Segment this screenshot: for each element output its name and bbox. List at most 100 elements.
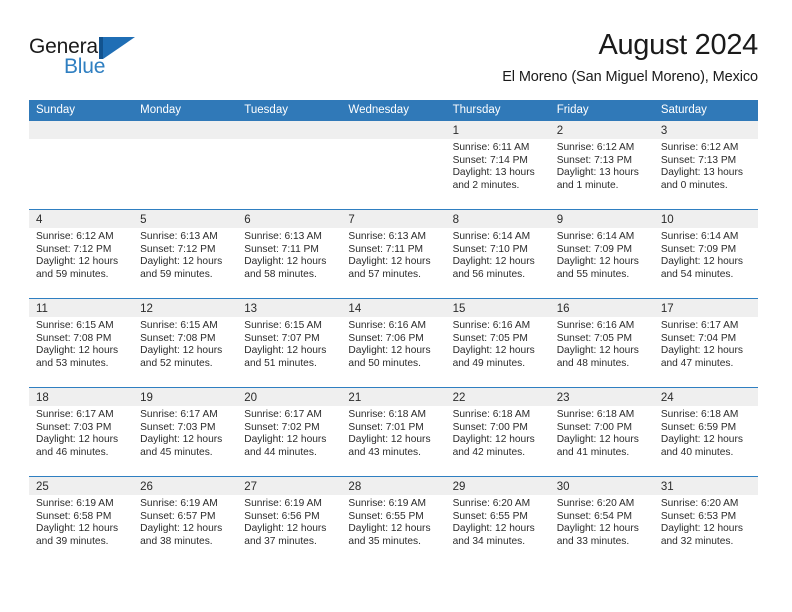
- day-number-label: 18: [36, 392, 49, 404]
- day-cell-23[interactable]: Sunrise: 6:18 AM Sunset: 7:00 PM Daylight:…: [550, 406, 654, 476]
- day-detail-line: and 58 minutes.: [244, 268, 317, 280]
- day-cell-14[interactable]: Sunrise: 6:16 AM Sunset: 7:06 PM Daylight:…: [341, 317, 445, 387]
- day-cell-7[interactable]: Sunrise: 6:13 AM Sunset: 7:11 PM Daylight:…: [341, 228, 445, 298]
- day-number-19[interactable]: 19: [133, 388, 237, 406]
- day-number-5[interactable]: 5: [133, 210, 237, 228]
- day-number-label: 10: [660, 214, 674, 226]
- day-number-9[interactable]: 9: [550, 210, 654, 228]
- day-cell-9[interactable]: Sunrise: 6:14 AM Sunset: 7:09 PM Daylight:…: [550, 228, 654, 298]
- day-detail-line: Sunrise: 6:19 AM: [36, 498, 114, 509]
- day-number-28[interactable]: 28: [341, 477, 445, 495]
- day-number-26[interactable]: 26: [133, 477, 237, 495]
- day-cell-empty: [237, 139, 341, 209]
- brand-logo[interactable]: General Blue: [29, 28, 159, 84]
- day-number-2[interactable]: 2: [550, 121, 654, 139]
- day-cell-4[interactable]: Sunrise: 6:12 AM Sunset: 7:12 PM Daylight:…: [29, 228, 133, 298]
- day-number-20[interactable]: 20: [237, 388, 341, 406]
- day-cell-24[interactable]: Sunrise: 6:18 AM Sunset: 6:59 PM Daylight:…: [654, 406, 758, 476]
- day-cell-10[interactable]: Sunrise: 6:14 AM Sunset: 7:09 PM Daylight:…: [654, 228, 758, 298]
- day-number-29[interactable]: 29: [446, 477, 550, 495]
- day-detail-line: Sunset: 7:08 PM: [36, 332, 112, 344]
- day-detail-line: Daylight: 13 hours: [660, 167, 743, 179]
- day-detail-line: Daylight: 12 hours: [660, 523, 743, 535]
- day-number-16[interactable]: 16: [550, 299, 654, 317]
- day-number-23[interactable]: 23: [550, 388, 654, 406]
- day-number-30[interactable]: 30: [550, 477, 654, 495]
- day-cell-1[interactable]: Sunrise: 6:11 AM Sunset: 7:14 PM Daylight:…: [446, 139, 550, 209]
- day-cell-17[interactable]: Sunrise: 6:17 AM Sunset: 7:04 PM Daylight:…: [654, 317, 758, 387]
- day-cell-19[interactable]: Sunrise: 6:17 AM Sunset: 7:03 PM Daylight:…: [133, 406, 237, 476]
- day-cell-25[interactable]: Sunrise: 6:19 AM Sunset: 6:58 PM Daylight:…: [29, 495, 133, 565]
- day-detail-line: and 2 minutes.: [452, 179, 520, 191]
- day-cell-22[interactable]: Sunrise: 6:18 AM Sunset: 7:00 PM Daylight:…: [446, 406, 550, 476]
- day-number-18[interactable]: 18: [29, 388, 133, 406]
- day-number-label: 21: [348, 392, 362, 404]
- day-number-24[interactable]: 24: [654, 388, 758, 406]
- day-number-25[interactable]: 25: [29, 477, 133, 495]
- day-detail-line: Sunset: 7:11 PM: [348, 243, 423, 255]
- day-number-13[interactable]: 13: [237, 299, 341, 317]
- day-cell-30[interactable]: Sunrise: 6:20 AM Sunset: 6:54 PM Daylight:…: [550, 495, 654, 565]
- day-detail-line: Sunset: 6:57 PM: [140, 510, 216, 522]
- day-number-21[interactable]: 21: [341, 388, 445, 406]
- day-number-label: 25: [36, 481, 49, 493]
- day-cell-2[interactable]: Sunrise: 6:12 AM Sunset: 7:13 PM Daylight:…: [550, 139, 654, 209]
- day-cell-3[interactable]: Sunrise: 6:12 AM Sunset: 7:13 PM Daylight:…: [654, 139, 758, 209]
- day-detail-line: Sunrise: 6:12 AM: [36, 231, 114, 242]
- day-number-4[interactable]: 4: [29, 210, 133, 228]
- day-detail-line: Sunrise: 6:14 AM: [452, 231, 531, 242]
- day-number-empty: [341, 121, 445, 139]
- calendar-week-row: 4 5 6 7 8 9 10 Sunrise: 6:12 AM Sunset: 7:12 PM D…: [29, 209, 758, 298]
- day-number-label: 9: [556, 214, 564, 226]
- day-number-1[interactable]: 1: [446, 121, 550, 139]
- day-detail-line: Sunrise: 6:16 AM: [452, 320, 531, 331]
- day-cell-11[interactable]: Sunrise: 6:15 AM Sunset: 7:08 PM Daylight:…: [29, 317, 133, 387]
- day-number-8[interactable]: 8: [446, 210, 550, 228]
- day-cell-31[interactable]: Sunrise: 6:20 AM Sunset: 6:53 PM Daylight:…: [654, 495, 758, 565]
- day-number-7[interactable]: 7: [341, 210, 445, 228]
- day-detail-line: Sunset: 7:05 PM: [556, 332, 633, 344]
- day-number-10[interactable]: 10: [654, 210, 758, 228]
- day-cell-28[interactable]: Sunrise: 6:19 AM Sunset: 6:55 PM Daylight:…: [341, 495, 445, 565]
- day-detail-line: Sunset: 6:58 PM: [36, 510, 112, 522]
- day-cell-21[interactable]: Sunrise: 6:18 AM Sunset: 7:01 PM Daylight:…: [341, 406, 445, 476]
- day-detail-line: and 33 minutes.: [556, 535, 630, 547]
- day-cell-29[interactable]: Sunrise: 6:20 AM Sunset: 6:55 PM Daylight:…: [446, 495, 550, 565]
- day-cell-5[interactable]: Sunrise: 6:13 AM Sunset: 7:12 PM Daylight:…: [133, 228, 237, 298]
- day-number-22[interactable]: 22: [446, 388, 550, 406]
- day-number-31[interactable]: 31: [654, 477, 758, 495]
- day-number-empty: [133, 121, 237, 139]
- day-number-14[interactable]: 14: [341, 299, 445, 317]
- day-detail-line: and 53 minutes.: [36, 357, 109, 369]
- day-detail-line: Daylight: 13 hours: [452, 167, 535, 179]
- day-number-27[interactable]: 27: [237, 477, 341, 495]
- day-detail-line: Sunset: 6:55 PM: [452, 510, 528, 522]
- day-cell-13[interactable]: Sunrise: 6:15 AM Sunset: 7:07 PM Daylight:…: [237, 317, 341, 387]
- day-detail-line: Daylight: 12 hours: [660, 345, 743, 357]
- day-cell-20[interactable]: Sunrise: 6:17 AM Sunset: 7:02 PM Daylight:…: [237, 406, 341, 476]
- day-cell-18[interactable]: Sunrise: 6:17 AM Sunset: 7:03 PM Daylight:…: [29, 406, 133, 476]
- day-cell-15[interactable]: Sunrise: 6:16 AM Sunset: 7:05 PM Daylight:…: [446, 317, 550, 387]
- day-detail-line: Daylight: 12 hours: [244, 434, 327, 446]
- day-detail-line: Sunrise: 6:17 AM: [140, 409, 218, 420]
- day-number-11[interactable]: 11: [29, 299, 133, 317]
- day-number-6[interactable]: 6: [237, 210, 341, 228]
- day-number-17[interactable]: 17: [654, 299, 758, 317]
- day-detail-line: Sunrise: 6:16 AM: [556, 320, 635, 331]
- day-cell-6[interactable]: Sunrise: 6:13 AM Sunset: 7:11 PM Daylight:…: [237, 228, 341, 298]
- day-detail-line: and 44 minutes.: [244, 446, 317, 458]
- day-detail-line: Sunset: 7:09 PM: [556, 243, 633, 255]
- day-cell-8[interactable]: Sunrise: 6:14 AM Sunset: 7:10 PM Daylight:…: [446, 228, 550, 298]
- day-cell-12[interactable]: Sunrise: 6:15 AM Sunset: 7:08 PM Daylight:…: [133, 317, 237, 387]
- day-number-12[interactable]: 12: [133, 299, 237, 317]
- day-number-3[interactable]: 3: [654, 121, 758, 139]
- day-cell-27[interactable]: Sunrise: 6:19 AM Sunset: 6:56 PM Daylight:…: [237, 495, 341, 565]
- day-detail-line: Sunset: 7:11 PM: [244, 243, 319, 255]
- day-detail-line: Daylight: 13 hours: [556, 167, 639, 179]
- day-detail-line: and 48 minutes.: [556, 357, 630, 369]
- day-number-15[interactable]: 15: [446, 299, 550, 317]
- day-cell-26[interactable]: Sunrise: 6:19 AM Sunset: 6:57 PM Daylight:…: [133, 495, 237, 565]
- day-detail-line: Daylight: 12 hours: [348, 434, 431, 446]
- day-detail-line: Sunset: 7:08 PM: [140, 332, 216, 344]
- day-cell-16[interactable]: Sunrise: 6:16 AM Sunset: 7:05 PM Daylight:…: [550, 317, 654, 387]
